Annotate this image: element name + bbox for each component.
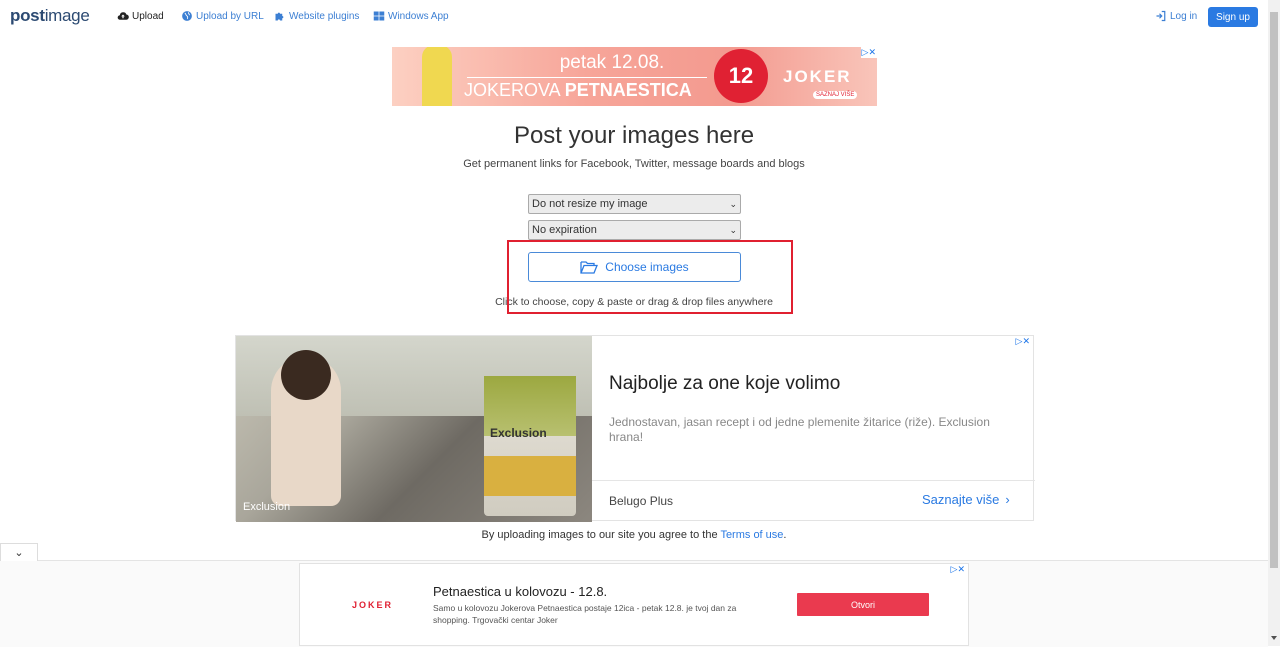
page-subtitle: Get permanent links for Facebook, Twitte… xyxy=(463,158,805,170)
chevron-right-icon: › xyxy=(1005,492,1010,507)
windows-icon xyxy=(373,11,385,21)
page-scrollbar[interactable] xyxy=(1268,0,1280,646)
expiration-select-value: No expiration xyxy=(532,224,597,236)
globe-icon xyxy=(182,11,192,21)
chevron-down-icon: ⌄ xyxy=(14,547,24,559)
ad-choices-icon[interactable]: ▷✕ xyxy=(1014,336,1031,347)
nav-windows-app[interactable]: Windows App xyxy=(373,10,449,22)
ad-description: Jednostavan, jasan recept i od jedne ple… xyxy=(609,415,990,444)
nav-windows-app-label: Windows App xyxy=(388,10,449,22)
ad-product-bag: Exclusion xyxy=(484,376,576,516)
page-title: Post your images here xyxy=(513,122,755,149)
top-ad-badge: 12 xyxy=(714,49,768,103)
nav-upload-by-url-label: Upload by URL xyxy=(196,10,264,22)
ad-choices-icon[interactable]: ▷✕ xyxy=(949,564,966,575)
terms-prefix: By uploading images to our site you agre… xyxy=(481,529,721,541)
collapse-ad-button[interactable]: ⌄ xyxy=(0,543,38,561)
postimage-logo[interactable]: postimage xyxy=(10,6,90,26)
top-ad-headline: JOKEROVA PETNAESTICA xyxy=(464,80,692,101)
top-ad-brand: JOKER xyxy=(783,67,852,86)
nav-login[interactable]: Log in xyxy=(1155,10,1197,22)
nav-website-plugins[interactable]: Website plugins xyxy=(274,10,359,22)
bottom-ad-description: Samo u kolovozu Jokerova Petnaestica pos… xyxy=(433,603,737,625)
bag-label xyxy=(484,456,576,496)
resize-select[interactable]: Do not resize my image ⌄ xyxy=(528,194,741,214)
nav-upload-label: Upload xyxy=(132,10,164,22)
choose-images-label: Choose images xyxy=(605,260,689,274)
choose-images-button[interactable]: Choose images xyxy=(528,252,741,282)
bag-brand: Exclusion xyxy=(490,426,547,440)
puzzle-icon xyxy=(275,12,284,21)
nav-upload[interactable]: Upload xyxy=(117,10,164,22)
ad-cta-link[interactable]: Saznajte više › xyxy=(922,492,1010,507)
terms-suffix: . xyxy=(783,529,787,541)
top-ad-cta[interactable]: SAZNAJ VIŠE xyxy=(813,91,858,99)
nav-upload-by-url[interactable]: Upload by URL xyxy=(181,10,264,22)
logo-post-text: post xyxy=(10,6,45,25)
navbar: postimage Upload Upload by URL Website p… xyxy=(0,0,1268,34)
bottom-anchor-ad[interactable]: JOKER Petnaestica u kolovozu - 12.8. Sam… xyxy=(299,563,969,646)
terms-of-use-link[interactable]: Terms of use xyxy=(720,529,783,541)
ad-model-image xyxy=(422,47,452,106)
cloud-upload-icon xyxy=(117,12,129,20)
scroll-down-arrow-icon[interactable] xyxy=(1271,636,1277,640)
signup-button[interactable]: Sign up xyxy=(1208,7,1258,27)
ad-divider xyxy=(592,480,1035,481)
ad-photo-hair xyxy=(281,350,331,400)
chevron-down-icon: ⌄ xyxy=(729,198,737,209)
scrollbar-thumb[interactable] xyxy=(1270,12,1278,568)
top-banner-ad[interactable]: petak 12.08. JOKEROVA PETNAESTICA 12 JOK… xyxy=(392,47,877,106)
bottom-ad-open-button[interactable]: Otvori xyxy=(797,593,929,616)
nav-website-plugins-label: Website plugins xyxy=(289,10,360,22)
terms-notice: By uploading images to our site you agre… xyxy=(0,529,1268,541)
bottom-ad-title[interactable]: Petnaestica u kolovozu - 12.8. xyxy=(433,584,607,599)
ad-choices-icon[interactable]: ▷✕ xyxy=(860,47,877,58)
resize-select-value: Do not resize my image xyxy=(532,198,648,210)
upload-hint: Click to choose, copy & paste or drag & … xyxy=(495,296,773,308)
top-ad-headline-b: PETNAESTICA xyxy=(564,80,692,100)
logo-image-text: image xyxy=(44,6,90,25)
nav-login-label: Log in xyxy=(1170,10,1198,22)
expiration-select[interactable]: No expiration ⌄ xyxy=(528,220,741,240)
top-ad-divider xyxy=(467,77,707,78)
top-ad-headline-a: JOKEROVA xyxy=(464,80,565,100)
ad-title[interactable]: Najbolje za one koje volimo xyxy=(609,373,840,395)
middle-display-ad[interactable]: Exclusion Exclusion ▷✕ Najbolje za one k… xyxy=(235,335,1035,522)
chevron-down-icon: ⌄ xyxy=(729,224,737,235)
ad-photo: Exclusion Exclusion xyxy=(236,336,592,522)
ad-photo-caption: Exclusion xyxy=(243,501,291,513)
ad-advertiser: Belugo Plus xyxy=(609,494,674,508)
bottom-ad-logo: JOKER xyxy=(352,600,394,610)
sign-in-icon xyxy=(1156,10,1166,22)
ad-cta-label: Saznajte više xyxy=(922,492,1000,507)
folder-open-icon xyxy=(580,261,599,274)
top-ad-date: petak 12.08. xyxy=(559,52,665,73)
